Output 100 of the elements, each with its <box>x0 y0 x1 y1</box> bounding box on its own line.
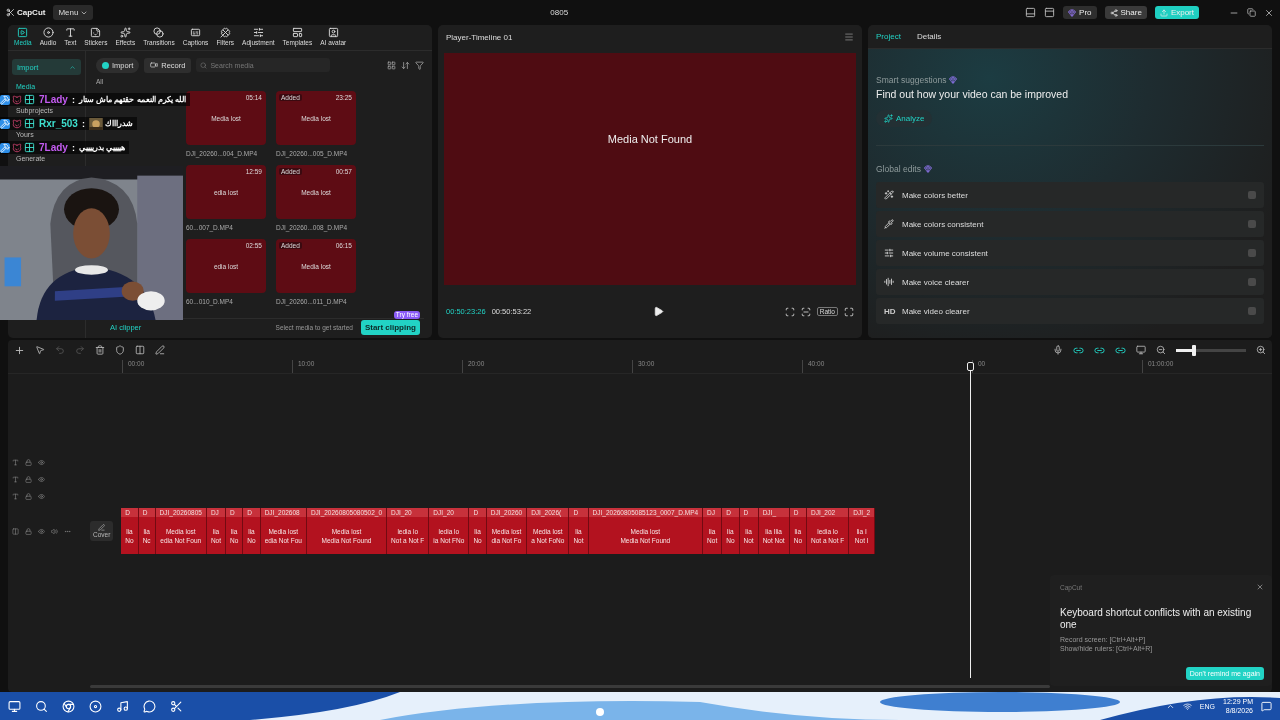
diamond-icon <box>949 76 958 84</box>
music-icon[interactable] <box>116 699 129 713</box>
waveform-icon <box>884 277 894 287</box>
template-icon <box>291 27 303 38</box>
play-button[interactable] <box>652 306 664 317</box>
chat-app-icon[interactable] <box>143 699 156 713</box>
panel-icon[interactable] <box>1044 7 1056 18</box>
sliders-icon <box>252 27 264 38</box>
pen-icon <box>98 524 106 531</box>
snapshot-icon[interactable] <box>800 306 811 317</box>
text-track-icon <box>12 493 19 500</box>
pro-button[interactable]: Pro <box>1063 6 1097 19</box>
delete-icon[interactable] <box>95 345 105 355</box>
toggle[interactable] <box>1248 220 1256 228</box>
media-not-found-text: Media Not Found <box>607 133 693 145</box>
close-icon[interactable] <box>1256 583 1264 591</box>
app-logo: CapCut <box>6 8 46 17</box>
disc-icon[interactable] <box>89 699 102 713</box>
chat-username: Rxr_503 <box>39 118 78 129</box>
panel-tab[interactable]: Details <box>916 32 942 41</box>
media-icon <box>17 27 29 38</box>
diamond-icon <box>923 165 932 173</box>
hd-label: HD <box>884 306 894 316</box>
suggestion-headline: Find out how your video can be improved <box>876 88 1070 100</box>
sparkle-icon <box>119 27 131 38</box>
fullscreen-icon[interactable] <box>844 306 854 317</box>
eye-icon[interactable] <box>38 493 45 500</box>
eye-icon[interactable] <box>38 527 45 535</box>
hammer-icon <box>0 118 10 129</box>
sliders-icon <box>884 248 894 258</box>
track-icon <box>12 527 19 535</box>
close-icon[interactable] <box>1264 7 1274 18</box>
blend-icon <box>153 27 165 38</box>
chat-separator: : <box>71 94 75 105</box>
analyze-button[interactable]: Analyze <box>876 110 933 127</box>
panel-tab[interactable]: Project <box>876 32 901 41</box>
split-icon[interactable] <box>135 345 145 355</box>
chat-message: هييييي بدرييييي <box>78 143 126 152</box>
zoom-out-icon[interactable] <box>1156 345 1166 355</box>
pointer-icon[interactable] <box>35 345 45 355</box>
eye-icon[interactable] <box>38 476 45 483</box>
restore-icon[interactable] <box>1247 8 1256 17</box>
edit-option[interactable]: HD Make video clearer <box>876 298 1264 324</box>
cat-icon <box>12 142 22 153</box>
captions-icon <box>190 27 202 38</box>
disc-icon <box>42 27 54 38</box>
eye-icon[interactable] <box>38 459 45 466</box>
share-icon <box>1109 8 1118 17</box>
browser-icon[interactable] <box>62 699 75 713</box>
chat-separator: : <box>71 142 75 153</box>
edit-option[interactable]: Make colors consistent <box>876 211 1264 237</box>
notification-icon[interactable] <box>1261 700 1272 712</box>
sort-icon[interactable] <box>401 60 410 70</box>
network-icon[interactable] <box>1182 701 1192 711</box>
chat-separator: : <box>81 118 85 129</box>
edit-option[interactable]: Make volume consistent <box>876 240 1264 266</box>
menu-button[interactable]: Menu <box>53 5 94 20</box>
chat-message: الله يكرم النعمه حقتهم ماش ستار <box>78 95 187 104</box>
cat-icon <box>12 94 22 105</box>
user-icon <box>327 27 339 38</box>
start-clipping-button[interactable]: Start clipping <box>360 320 420 335</box>
text-icon <box>64 27 76 38</box>
fit-icon[interactable] <box>784 306 795 317</box>
logo-icon <box>6 8 15 17</box>
edit-option[interactable]: Make voice clearer <box>876 269 1264 295</box>
sticker-icon <box>90 27 102 38</box>
toggle[interactable] <box>1248 191 1256 199</box>
section-label: Global edits <box>876 164 921 174</box>
chat-username: 7Lady <box>39 94 68 105</box>
search-icon[interactable] <box>35 699 48 713</box>
cat-icon <box>12 118 22 129</box>
edit-label: Make volume consistent <box>902 248 988 258</box>
camera-icon <box>150 61 159 69</box>
section-label: Smart suggestions <box>876 75 947 85</box>
edit-label: Make colors consistent <box>902 219 984 229</box>
clover-icon <box>219 27 231 38</box>
shield-icon[interactable] <box>115 345 125 355</box>
toggle[interactable] <box>1248 307 1256 315</box>
edit-option[interactable]: Make colors better <box>876 182 1264 208</box>
edit-label: Make video clearer <box>902 306 970 316</box>
player-title: Player-Timeline 01 <box>446 32 513 42</box>
project-title: 0805 <box>549 8 570 17</box>
grid-icon <box>24 142 35 153</box>
share-button[interactable]: Share <box>1104 6 1147 19</box>
toggle[interactable] <box>1248 278 1256 286</box>
chat-message: شدراااك <box>104 119 133 128</box>
grid-icon <box>24 94 35 105</box>
pen-icon[interactable] <box>155 345 165 355</box>
filter-icon[interactable] <box>415 60 424 70</box>
dot-icon <box>102 61 109 69</box>
add-icon[interactable] <box>14 344 25 356</box>
preview-icon[interactable] <box>1136 345 1146 355</box>
grid-view-icon[interactable] <box>387 60 396 70</box>
caret-icon <box>69 63 76 71</box>
toggle[interactable] <box>1248 249 1256 257</box>
microphone-icon[interactable] <box>1053 345 1063 355</box>
upload-icon <box>1159 8 1168 17</box>
layout-icon[interactable] <box>1025 7 1037 18</box>
zoom-in-icon[interactable] <box>1256 345 1266 355</box>
text-track-icon <box>12 476 19 483</box>
